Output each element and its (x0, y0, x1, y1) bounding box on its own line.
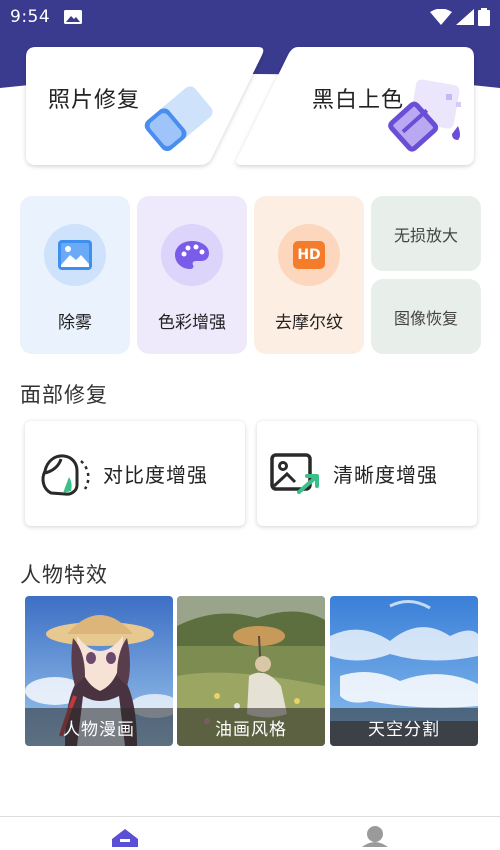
contrast-enhance-label: 对比度增强 (103, 463, 208, 487)
image-arrow-icon (270, 452, 319, 494)
battery-icon (478, 8, 490, 26)
image-restore-tool[interactable]: 图像恢复 (371, 279, 481, 354)
signal-icon (456, 9, 474, 25)
lossless-zoom-tool[interactable]: 无损放大 (371, 196, 481, 271)
photo-repair-label: 照片修复 (48, 88, 141, 113)
status-icons (430, 8, 490, 26)
oil-painting-label: 油画风格 (177, 708, 325, 746)
sky-segmentation-effect[interactable]: 天空分割 (330, 596, 478, 746)
dehaze-tool[interactable]: 除雾 (20, 196, 130, 354)
image-restore-label: 图像恢复 (393, 308, 458, 328)
app-screen: 9:54 照片修复 黑白上色 除雾 色彩增强 HD 去摩尔纹 无损放大 图像恢复… (0, 0, 500, 850)
effects-title: 人物特效 (20, 563, 108, 587)
face-repair-title: 面部修复 (20, 383, 108, 407)
bottom-navigation (0, 816, 500, 850)
anime-portrait-effect[interactable]: 人物漫画 (25, 596, 173, 746)
palette-icon (175, 241, 209, 269)
image-icon (64, 10, 83, 24)
color-enhance-label: 色彩增强 (158, 313, 226, 333)
color-enhance-tool[interactable]: 色彩增强 (137, 196, 247, 354)
dehaze-label: 除雾 (58, 313, 92, 333)
landscape-image-icon (58, 240, 92, 270)
demoire-label: 去摩尔纹 (275, 313, 343, 333)
sky-segmentation-label: 天空分割 (330, 708, 478, 746)
dehaze-icon-bg (44, 224, 106, 286)
contrast-enhance-card[interactable]: 对比度增强 (25, 421, 245, 526)
face-contrast-icon (41, 453, 90, 496)
color-enhance-icon-bg (161, 224, 223, 286)
clarity-enhance-label: 清晰度增强 (333, 463, 438, 487)
colorize-label: 黑白上色 (312, 88, 405, 113)
oil-painting-effect[interactable]: 油画风格 (177, 596, 325, 746)
hd-icon: HD (293, 241, 325, 269)
status-time: 9:54 (10, 7, 51, 27)
clarity-enhance-card[interactable]: 清晰度增强 (257, 421, 477, 526)
status-bar: 9:54 (0, 0, 500, 34)
home-icon[interactable] (110, 827, 140, 847)
demoire-tool[interactable]: HD 去摩尔纹 (254, 196, 364, 354)
lossless-zoom-label: 无损放大 (393, 225, 458, 245)
demoire-icon-bg: HD (278, 224, 340, 286)
anime-portrait-label: 人物漫画 (25, 708, 173, 746)
profile-icon[interactable] (362, 825, 388, 847)
wifi-icon (430, 9, 452, 25)
